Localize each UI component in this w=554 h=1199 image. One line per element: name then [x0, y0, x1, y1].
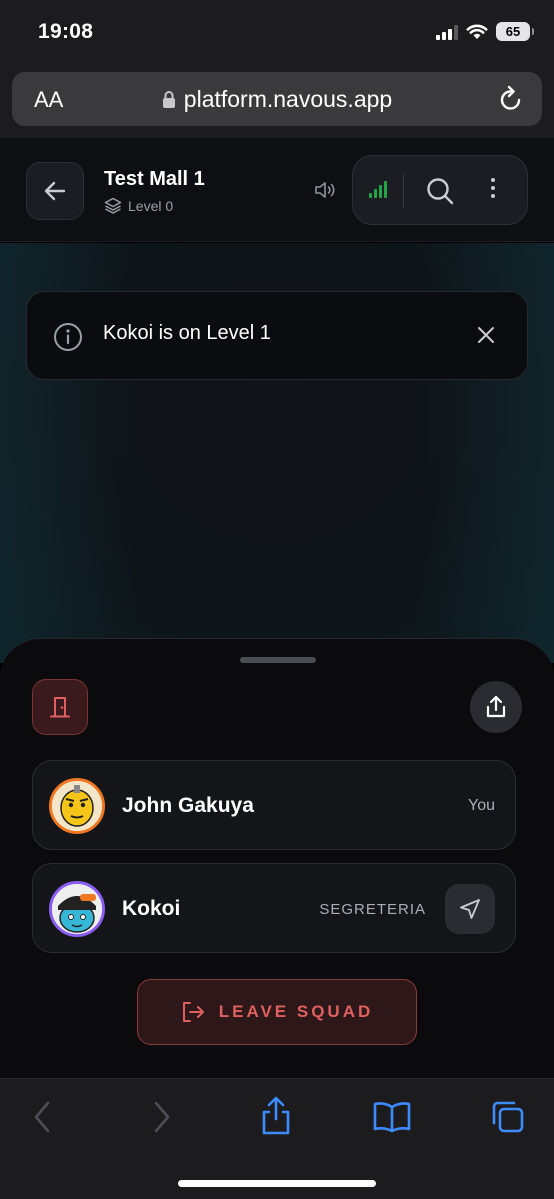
speaker-icon[interactable] [313, 180, 337, 200]
url-text: platform.navous.app [183, 86, 393, 112]
level-label: Level 0 [128, 197, 174, 214]
browser-address-area: AA platform.navous.app [0, 66, 554, 138]
layers-icon [104, 197, 122, 214]
browser-back-icon[interactable] [30, 1099, 54, 1135]
you-badge: You [468, 797, 495, 814]
battery-icon: 65 [496, 22, 534, 41]
exit-icon [182, 1002, 204, 1022]
member-name: John Gakuya [122, 794, 254, 817]
header-tools [352, 155, 528, 225]
avatar [49, 778, 105, 834]
tools-divider [403, 174, 404, 208]
navigate-icon [460, 899, 480, 919]
member-name: Kokoi [122, 897, 181, 920]
lock-icon [162, 91, 175, 108]
bookmarks-icon[interactable] [372, 1101, 412, 1133]
browser-share-icon[interactable] [260, 1095, 292, 1137]
home-indicator [178, 1180, 376, 1187]
sheet-handle[interactable] [240, 657, 316, 663]
status-indicators: 65 [436, 22, 534, 41]
avatar-illustration-icon [52, 781, 102, 831]
search-icon[interactable] [425, 176, 455, 206]
app-header: Test Mall 1 Level 0 [0, 138, 554, 242]
close-icon[interactable] [477, 326, 495, 344]
back-button[interactable] [26, 162, 84, 220]
status-bar: 19:08 65 [0, 0, 554, 66]
cellular-signal-icon [436, 24, 458, 40]
tabs-icon[interactable] [490, 1099, 526, 1135]
back-arrow-icon [44, 181, 66, 201]
leave-squad-button[interactable]: LEAVE SQUAD [137, 979, 417, 1045]
address-bar[interactable]: AA platform.navous.app [12, 72, 542, 126]
reload-icon[interactable] [498, 85, 524, 113]
exit-door-button[interactable] [32, 679, 88, 735]
venue-title-block: Test Mall 1 Level 0 [104, 168, 205, 214]
status-time: 19:08 [38, 20, 94, 43]
share-icon [486, 695, 506, 718]
venue-title: Test Mall 1 [104, 168, 205, 190]
navigate-to-member-button[interactable] [445, 884, 495, 934]
notice-message: Kokoi is on Level 1 [103, 322, 271, 344]
wifi-icon [466, 24, 488, 39]
share-button[interactable] [470, 681, 522, 733]
info-icon [54, 323, 82, 351]
more-icon[interactable] [485, 178, 501, 198]
level-notice: Kokoi is on Level 1 [26, 291, 528, 380]
browser-forward-icon[interactable] [150, 1099, 174, 1135]
current-level: Level 0 [104, 197, 205, 214]
leave-squad-label: LEAVE SQUAD [218, 1002, 374, 1021]
avatar-illustration-icon [52, 884, 102, 934]
member-row[interactable]: John Gakuya You [32, 760, 516, 850]
door-icon [50, 697, 70, 718]
squad-sheet: John Gakuya You Kokoi SEGRETERIA LEAVE S… [0, 638, 554, 1078]
member-row[interactable]: Kokoi SEGRETERIA [32, 863, 516, 953]
url-display[interactable]: platform.navous.app [12, 86, 542, 113]
avatar [49, 881, 105, 937]
member-location: SEGRETERIA [319, 901, 426, 918]
signal-icon[interactable] [369, 180, 387, 198]
